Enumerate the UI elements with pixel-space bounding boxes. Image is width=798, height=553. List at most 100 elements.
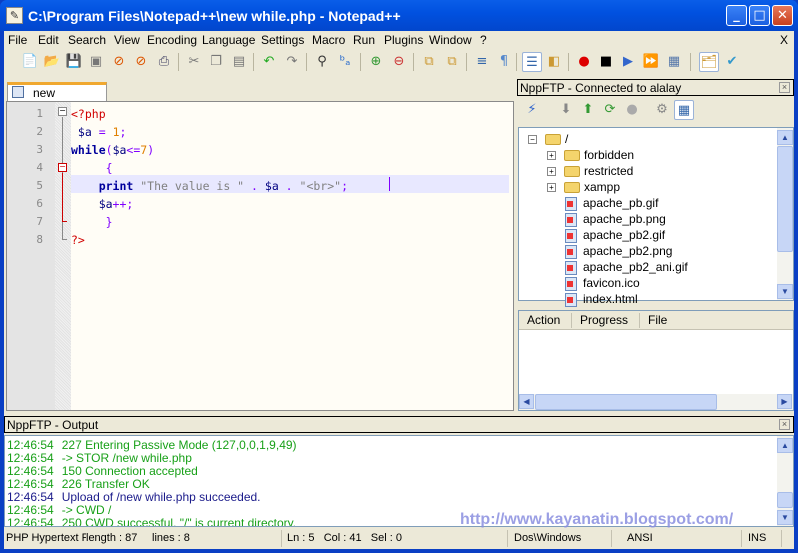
scroll-right-icon[interactable]: ▶: [777, 394, 792, 409]
play-macro-icon[interactable]: ▶: [618, 52, 638, 72]
code-token: 1: [112, 125, 120, 139]
tree-file[interactable]: apache_pb2_ani.gif: [565, 259, 688, 275]
nppftp-show-icon[interactable]: 🗂: [699, 52, 719, 72]
save-macro-icon[interactable]: ▦: [664, 52, 684, 72]
status-length: length : 87: [86, 530, 159, 547]
copy-icon[interactable]: ❐: [206, 52, 226, 72]
menu-encoding[interactable]: Encoding: [147, 33, 197, 47]
tree-file[interactable]: apache_pb2.gif: [565, 227, 665, 243]
run-macro-multiple-icon[interactable]: ⏩: [641, 52, 661, 72]
scroll-up-icon[interactable]: ▲: [777, 130, 793, 145]
menu-help[interactable]: ?: [480, 33, 487, 47]
undo-icon[interactable]: ↶: [259, 52, 279, 72]
scroll-down-icon[interactable]: ▼: [777, 284, 793, 299]
close-output-button[interactable]: ×: [779, 419, 790, 430]
tree-file[interactable]: apache_pb.png: [565, 211, 666, 227]
code-token: $a: [264, 179, 279, 193]
status-col: Col : 41: [323, 532, 362, 544]
menu-plugins[interactable]: Plugins: [384, 33, 423, 47]
tree-folder[interactable]: + restricted: [547, 163, 633, 179]
message-window-icon[interactable]: ▦: [674, 100, 694, 120]
spell-check-icon[interactable]: ✔: [722, 52, 742, 72]
download-icon[interactable]: ⬇: [556, 100, 576, 120]
scroll-thumb[interactable]: [535, 394, 717, 410]
save-icon[interactable]: 💾: [64, 52, 84, 72]
zoom-out-icon[interactable]: ⊖: [389, 52, 409, 72]
scroll-left-icon[interactable]: ◀: [519, 394, 534, 409]
maximize-button[interactable]: □: [749, 5, 770, 26]
indent-guide-icon[interactable]: ☰: [522, 52, 542, 72]
close-document-button[interactable]: X: [780, 33, 788, 47]
sync-horizontal-icon[interactable]: ⧉: [442, 52, 462, 72]
close-icon[interactable]: ⊘: [109, 52, 129, 72]
minimize-button[interactable]: _: [726, 5, 747, 26]
menu-edit[interactable]: Edit: [38, 33, 59, 47]
fold-toggle-icon[interactable]: −: [58, 107, 67, 116]
log-time: 12:46:54: [7, 464, 54, 478]
column-progress[interactable]: Progress: [572, 313, 640, 328]
menu-view[interactable]: View: [114, 33, 140, 47]
zoom-in-icon[interactable]: ⊕: [366, 52, 386, 72]
code-token: $a: [71, 125, 92, 139]
toolbar-separator: [178, 53, 179, 71]
tree-file[interactable]: apache_pb2.png: [565, 243, 672, 259]
menu-run[interactable]: Run: [353, 33, 375, 47]
print-icon[interactable]: ⎙: [154, 52, 174, 72]
replace-icon[interactable]: ᵇₐ: [335, 52, 355, 72]
menu-search[interactable]: Search: [68, 33, 106, 47]
settings-icon[interactable]: ⚙: [652, 100, 672, 120]
paste-icon[interactable]: ▤: [229, 52, 249, 72]
column-file[interactable]: File: [640, 313, 700, 328]
scroll-thumb[interactable]: [777, 492, 793, 508]
scroll-thumb[interactable]: [777, 146, 793, 252]
expand-icon[interactable]: +: [547, 183, 556, 193]
collapse-icon[interactable]: −: [528, 135, 537, 145]
abort-icon[interactable]: ●: [622, 100, 642, 120]
save-all-icon[interactable]: ▣: [86, 52, 106, 72]
close-button[interactable]: ✕: [772, 5, 793, 26]
ftp-file-tree[interactable]: − / + forbidden + restricted + xampp apache_pb.g…: [518, 127, 794, 307]
tree-folder[interactable]: − /: [528, 131, 568, 147]
menu-file[interactable]: File: [8, 33, 27, 47]
redo-icon[interactable]: ↷: [282, 52, 302, 72]
upload-icon[interactable]: ⬆: [578, 100, 598, 120]
menu-window[interactable]: Window: [429, 33, 472, 47]
tree-item-label: restricted: [584, 164, 634, 178]
connect-icon[interactable]: ⚡: [522, 100, 542, 120]
expand-icon[interactable]: +: [547, 151, 556, 161]
scroll-down-icon[interactable]: ▼: [777, 510, 793, 525]
record-macro-icon[interactable]: ●: [574, 52, 594, 72]
show-all-chars-icon[interactable]: ¶: [494, 52, 514, 72]
column-action[interactable]: Action: [519, 313, 572, 328]
tree-file[interactable]: favicon.ico: [565, 275, 640, 291]
tree-file[interactable]: index.html: [565, 291, 638, 307]
tree-scrollbar[interactable]: ▲ ▼: [777, 128, 793, 300]
menu-settings[interactable]: Settings: [261, 33, 304, 47]
close-panel-button[interactable]: ×: [779, 82, 790, 93]
user-lang-icon[interactable]: ◧: [544, 52, 564, 72]
tree-folder[interactable]: + xampp: [547, 179, 620, 195]
refresh-icon[interactable]: ⟳: [600, 100, 620, 120]
tree-folder[interactable]: + forbidden: [547, 147, 634, 163]
status-lines-text: lines : 8: [152, 532, 190, 544]
new-file-icon[interactable]: 📄: [20, 52, 40, 72]
expand-icon[interactable]: +: [547, 167, 556, 177]
file-icon: [565, 244, 577, 259]
cut-icon[interactable]: ✂: [184, 52, 204, 72]
scroll-up-icon[interactable]: ▲: [777, 438, 793, 453]
close-all-icon[interactable]: ⊘: [131, 52, 151, 72]
tree-file[interactable]: apache_pb.gif: [565, 195, 658, 211]
queue-horizontal-scrollbar[interactable]: ◀ ▶: [519, 394, 793, 410]
menu-macro[interactable]: Macro: [312, 33, 345, 47]
menu-language[interactable]: Language: [202, 33, 255, 47]
word-wrap-icon[interactable]: ≡: [472, 52, 492, 72]
sync-vertical-icon[interactable]: ⧉: [419, 52, 439, 72]
fold-toggle-icon[interactable]: −: [58, 163, 67, 172]
code-editor[interactable]: − − <?php $a = 1; while($a<=7) { print "T…: [6, 101, 514, 411]
open-file-icon[interactable]: 📂: [42, 52, 62, 72]
output-scrollbar[interactable]: ▲ ▼: [777, 436, 793, 526]
stop-record-icon[interactable]: ■: [596, 52, 616, 72]
menu-bar: File Edit Search View Encoding Language Settin…: [4, 31, 794, 49]
find-icon[interactable]: ⚲: [312, 52, 332, 72]
code-line: while($a<=7): [71, 141, 509, 159]
